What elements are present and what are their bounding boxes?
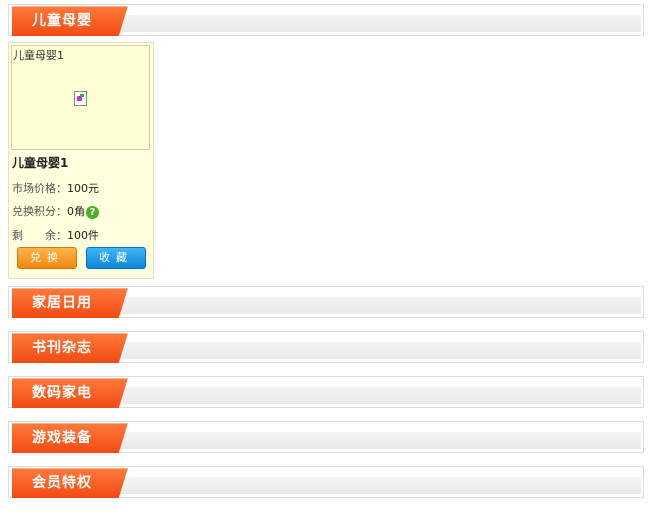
market-price-value: 100元	[67, 182, 99, 195]
market-price-row: 市场价格：100元	[12, 180, 99, 196]
product-name[interactable]: 儿童母婴1	[12, 154, 68, 171]
product-image-alt: 儿童母婴1	[13, 49, 64, 62]
category-header-books: 书刊杂志	[8, 331, 644, 363]
market-price-label: 市场价格：	[12, 182, 67, 195]
remaining-value: 100件	[67, 229, 99, 242]
exchange-button[interactable]: 兑换	[17, 247, 77, 269]
category-title: 儿童母婴	[32, 13, 92, 29]
broken-image-icon	[74, 91, 87, 106]
points-label: 兑换积分：	[12, 205, 67, 218]
category-tab[interactable]: 会员特权	[12, 468, 128, 498]
product-card: 儿童母婴1 儿童母婴1 市场价格：100元 兑换积分：0角? 剩 余：100件 …	[8, 42, 154, 279]
category-title: 游戏装备	[32, 430, 92, 446]
category-title: 书刊杂志	[32, 340, 92, 356]
category-header-membership: 会员特权	[8, 466, 644, 498]
category-tab[interactable]: 游戏装备	[12, 423, 128, 453]
help-icon[interactable]: ?	[86, 205, 99, 219]
points-row: 兑换积分：0角?	[12, 203, 99, 219]
product-image[interactable]: 儿童母婴1	[11, 45, 150, 150]
category-title: 会员特权	[32, 475, 92, 491]
category-tab[interactable]: 儿童母婴	[12, 6, 128, 36]
remaining-label: 剩 余：	[12, 229, 67, 242]
points-value: 0角	[67, 205, 85, 218]
category-tab[interactable]: 数码家电	[12, 378, 128, 408]
category-header-home: 家居日用	[8, 286, 644, 318]
category-header-digital: 数码家电	[8, 376, 644, 408]
remaining-row: 剩 余：100件	[12, 227, 99, 243]
category-tab[interactable]: 书刊杂志	[12, 333, 128, 363]
category-header-kids: 儿童母婴	[8, 4, 644, 36]
favorite-button[interactable]: 收藏	[86, 247, 146, 269]
category-tab[interactable]: 家居日用	[12, 288, 128, 318]
category-header-games: 游戏装备	[8, 421, 644, 453]
category-title: 家居日用	[32, 295, 92, 311]
category-title: 数码家电	[32, 385, 92, 401]
